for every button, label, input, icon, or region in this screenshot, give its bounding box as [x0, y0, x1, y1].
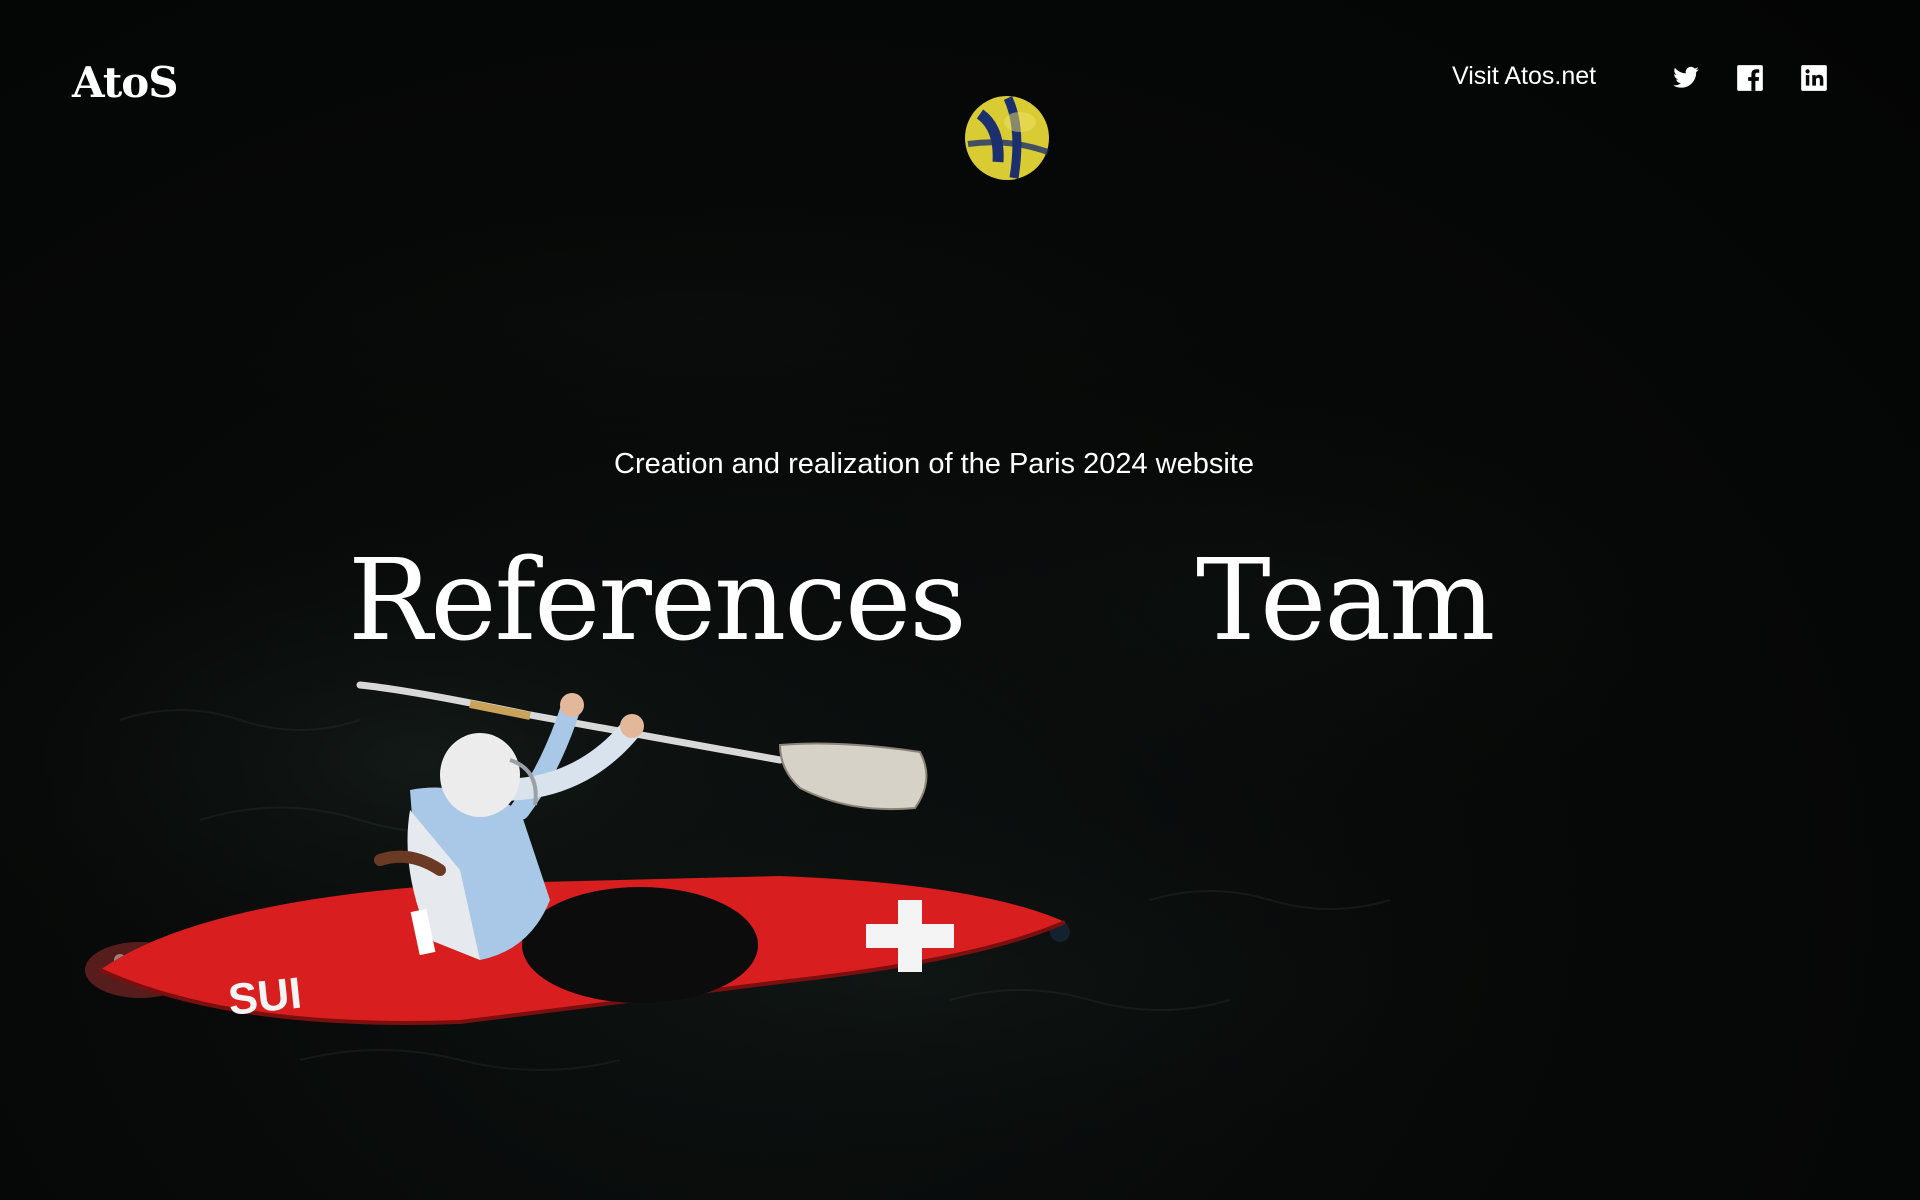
linkedin-icon[interactable] [1800, 64, 1828, 92]
references-link[interactable]: References [348, 545, 967, 657]
linkedin-icon-glyph [1801, 65, 1827, 91]
kayaker-graphic: SUI [85, 681, 1070, 1025]
facebook-icon[interactable] [1736, 64, 1764, 92]
atos-logo[interactable]: AtoS [72, 58, 179, 107]
team-link[interactable]: Team [1196, 545, 1495, 657]
kayak-cockpit [522, 887, 758, 1003]
kayak-sui-text: SUI [226, 969, 304, 1025]
twitter-icon[interactable] [1672, 64, 1700, 92]
hero-page: AtoS Visit Atos.net Creation and realiza… [0, 0, 1920, 1200]
ball-graphic [965, 96, 1049, 180]
twitter-icon-glyph [1673, 66, 1699, 88]
hero-subtitle: Creation and realization of the Paris 20… [614, 448, 1254, 480]
facebook-icon-glyph [1737, 65, 1763, 91]
visit-atos-link[interactable]: Visit Atos.net [1452, 62, 1596, 91]
